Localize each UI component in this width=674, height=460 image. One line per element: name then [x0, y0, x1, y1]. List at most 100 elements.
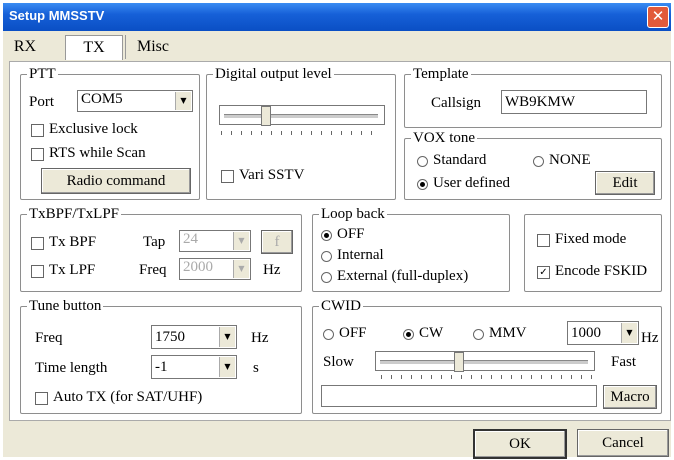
cwid-cw-radio[interactable]: [403, 329, 414, 340]
cwid-hz-label: Hz: [641, 330, 659, 346]
cwid-off-label: OFF: [339, 325, 367, 341]
time-length-unit: s: [253, 360, 259, 376]
encode-fskid-label: Encode FSKID: [555, 263, 648, 279]
encode-fskid-checkbox[interactable]: ✓: [537, 266, 550, 279]
vox-edit-button[interactable]: Edit: [595, 171, 655, 195]
chevron-down-icon[interactable]: ▼: [621, 323, 637, 343]
time-length-value: -1: [155, 359, 168, 375]
loopback-off-label: OFF: [337, 226, 365, 242]
lpf-freq-label: Freq: [139, 262, 167, 278]
template-legend: Template: [411, 65, 471, 83]
vari-sstv-checkbox[interactable]: [221, 170, 234, 183]
setup-dialog: Setup MMSSTV ✕ RX TX Misc PTT Port COM5 …: [3, 3, 671, 459]
loopback-external-label: External (full-duplex): [337, 268, 469, 284]
chevron-down-icon[interactable]: ▼: [175, 92, 191, 110]
digital-output-track: [224, 114, 378, 119]
window-title: Setup MMSSTV: [9, 8, 105, 23]
lpf-hz-label: Hz: [263, 262, 281, 278]
cwid-mmv-radio[interactable]: [473, 329, 484, 340]
digital-output-slider[interactable]: [219, 105, 385, 126]
radio-command-button[interactable]: Radio command: [41, 168, 191, 194]
cwid-group: CWID OFF CW MMV 1000 ▼ Hz Slow Fast Macr…: [312, 297, 662, 414]
rts-while-scan-label: RTS while Scan: [49, 145, 146, 161]
tx-panel: PTT Port COM5 ▼ Exclusive lock RTS while…: [9, 61, 671, 421]
tap-value: 24: [183, 231, 198, 247]
tx-bpf-checkbox[interactable]: [31, 237, 44, 250]
port-label: Port: [29, 94, 55, 110]
cwid-off-radio[interactable]: [323, 329, 334, 340]
ptt-group: PTT Port COM5 ▼ Exclusive lock RTS while…: [20, 65, 200, 200]
close-icon[interactable]: ✕: [647, 6, 669, 28]
tune-hz-label: Hz: [251, 330, 269, 346]
tune-freq-label: Freq: [35, 330, 63, 346]
tune-freq-value: 1750: [155, 329, 185, 345]
txbpf-txlpf-legend: TxBPF/TxLPF: [27, 205, 122, 223]
callsign-input[interactable]: WB9KMW: [501, 90, 647, 114]
ok-button[interactable]: OK: [473, 429, 567, 459]
cwid-speed-thumb[interactable]: [454, 352, 464, 372]
fixed-mode-label: Fixed mode: [555, 231, 627, 247]
tx-bpf-label: Tx BPF: [49, 234, 97, 250]
cwid-cw-label: CW: [419, 325, 444, 341]
cwid-slow-label: Slow: [323, 354, 354, 370]
tune-freq-select[interactable]: 1750 ▼: [151, 325, 237, 349]
tab-rx[interactable]: RX: [7, 35, 43, 59]
tx-lpf-checkbox[interactable]: [31, 265, 44, 278]
chevron-down-icon[interactable]: ▼: [219, 327, 235, 347]
auto-tx-label: Auto TX (for SAT/UHF): [53, 389, 203, 405]
chevron-down-icon[interactable]: ▼: [233, 260, 249, 278]
tune-button-legend: Tune button: [27, 297, 104, 315]
mode-options-group: Fixed mode ✓ Encode FSKID: [524, 214, 662, 292]
loop-back-group: Loop back OFF Internal External (full-du…: [312, 205, 510, 292]
fixed-mode-checkbox[interactable]: [537, 234, 550, 247]
exclusive-lock-checkbox[interactable]: [31, 124, 44, 137]
lpf-freq-select[interactable]: 2000 ▼: [179, 258, 251, 280]
digital-output-thumb[interactable]: [260, 106, 271, 126]
lpf-freq-value: 2000: [183, 259, 213, 275]
loopback-internal-radio[interactable]: [321, 251, 332, 262]
cwid-speed-select[interactable]: 1000 ▼: [567, 321, 639, 345]
port-select[interactable]: COM5 ▼: [77, 90, 193, 112]
callsign-label: Callsign: [431, 95, 482, 111]
txbpf-txlpf-group: TxBPF/TxLPF Tx BPF Tap 24 ▼ f Tx LPF Fre…: [20, 205, 302, 292]
vox-none-radio[interactable]: [533, 156, 544, 167]
auto-tx-checkbox[interactable]: [35, 392, 48, 405]
tap-label: Tap: [143, 234, 166, 250]
tab-misc[interactable]: Misc: [125, 35, 180, 59]
rts-while-scan-checkbox[interactable]: [31, 148, 44, 161]
cwid-legend: CWID: [319, 297, 363, 315]
template-group: Template Callsign WB9KMW: [404, 65, 662, 128]
cwid-speed-track: [380, 360, 588, 365]
loopback-internal-label: Internal: [337, 247, 384, 263]
chevron-down-icon[interactable]: ▼: [233, 232, 249, 250]
cwid-fast-label: Fast: [611, 354, 637, 370]
time-length-select[interactable]: -1 ▼: [151, 355, 237, 379]
macro-button[interactable]: Macro: [603, 385, 657, 409]
chevron-down-icon[interactable]: ▼: [219, 357, 235, 377]
time-length-label: Time length: [35, 360, 108, 376]
vox-tone-group: VOX tone Standard NONE User defined Edit: [404, 129, 662, 200]
vox-none-label: NONE: [549, 152, 591, 168]
digital-output-ticks: [221, 131, 381, 135]
vari-sstv-label: Vari SSTV: [239, 167, 305, 183]
loopback-off-radio[interactable]: [321, 230, 332, 241]
vox-user-defined-label: User defined: [433, 175, 511, 191]
title-bar: Setup MMSSTV ✕: [3, 3, 671, 31]
cancel-button[interactable]: Cancel: [577, 429, 669, 457]
digital-output-group: Digital output level Vari SSTV: [206, 65, 396, 200]
tab-tx[interactable]: TX: [65, 35, 123, 60]
loopback-external-radio[interactable]: [321, 272, 332, 283]
cwid-speed-slider[interactable]: [375, 351, 595, 372]
tx-lpf-label: Tx LPF: [49, 262, 96, 278]
vox-user-defined-radio[interactable]: [417, 179, 428, 190]
loop-back-legend: Loop back: [319, 205, 387, 223]
cwid-mmv-label: MMV: [489, 325, 527, 341]
vox-standard-radio[interactable]: [417, 156, 428, 167]
f-button[interactable]: f: [261, 230, 293, 254]
cwid-text-input[interactable]: [321, 385, 597, 407]
tune-button-group: Tune button Freq 1750 ▼ Hz Time length -…: [20, 297, 302, 414]
digital-output-legend: Digital output level: [213, 65, 334, 83]
ptt-legend: PTT: [27, 65, 58, 83]
vox-standard-label: Standard: [433, 152, 487, 168]
tap-select[interactable]: 24 ▼: [179, 230, 251, 252]
